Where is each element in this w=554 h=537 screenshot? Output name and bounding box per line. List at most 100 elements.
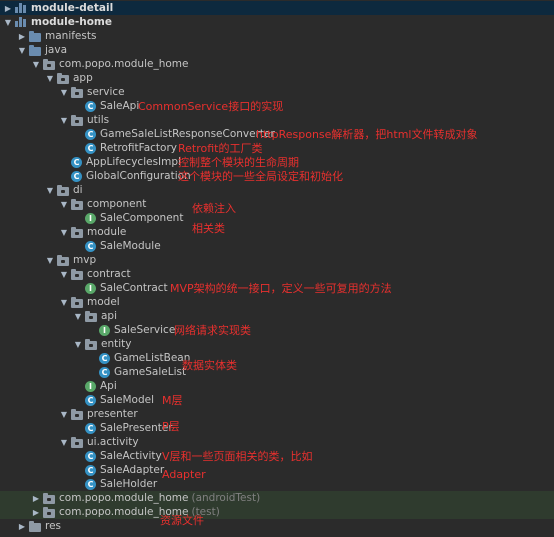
expand-arrow-icon[interactable]: ▼: [59, 113, 69, 127]
arrow-spacer: [73, 239, 83, 253]
tree-row[interactable]: ▼ service: [0, 85, 554, 99]
expand-arrow-icon[interactable]: ▼: [59, 435, 69, 449]
class-icon: C: [99, 366, 110, 378]
tree-row[interactable]: ▶ com.popo.module_home (androidTest): [0, 491, 554, 505]
tree-item-label: module-home: [31, 16, 112, 28]
tree-row[interactable]: ▼ di: [0, 183, 554, 197]
tree-row[interactable]: I Api: [0, 379, 554, 393]
tree-row[interactable]: C GameListBean: [0, 351, 554, 365]
tree-item-label: com.popo.module_home: [59, 492, 189, 504]
expand-arrow-icon[interactable]: ▼: [17, 43, 27, 57]
tree-row[interactable]: C SalePresenter: [0, 421, 554, 435]
expand-arrow-icon[interactable]: ▼: [73, 309, 83, 323]
tree-item-label: api: [101, 310, 118, 322]
annotation-note: 这个模块的一些全局设定和初始化: [178, 170, 343, 183]
class-icon: C: [85, 464, 96, 476]
tree-item-label: AppLifecyclesImpl: [86, 156, 181, 168]
package-icon: [43, 506, 55, 518]
expand-arrow-icon[interactable]: ▼: [73, 337, 83, 351]
tree-row[interactable]: ▼ module-home: [0, 15, 554, 29]
tree-item-label: SaleModule: [100, 240, 161, 252]
package-icon: [71, 226, 83, 238]
tree-item-label: component: [87, 198, 147, 210]
tree-row[interactable]: ▼ api: [0, 309, 554, 323]
tree-row[interactable]: C SaleModule: [0, 239, 554, 253]
package-icon: [71, 436, 83, 448]
arrow-spacer: [73, 99, 83, 113]
tree-row[interactable]: ▼ java: [0, 43, 554, 57]
tree-row[interactable]: ▼ contract: [0, 267, 554, 281]
folder-icon: [29, 44, 41, 56]
expand-arrow-icon[interactable]: ▼: [45, 183, 55, 197]
tree-row[interactable]: C RetrofitFactory: [0, 141, 554, 155]
tree-row[interactable]: I SaleComponent: [0, 211, 554, 225]
tree-row[interactable]: C SaleModel: [0, 393, 554, 407]
expand-arrow-icon[interactable]: ▼: [59, 85, 69, 99]
arrow-spacer: [73, 141, 83, 155]
arrow-spacer: [59, 155, 69, 169]
expand-arrow-icon[interactable]: ▼: [59, 267, 69, 281]
collapse-arrow-icon[interactable]: ▶: [3, 1, 13, 15]
tree-item-label: SaleContract: [100, 282, 168, 294]
tree-row[interactable]: I SaleService: [0, 323, 554, 337]
tree-item-label: SaleAdapter: [100, 464, 165, 476]
tree-item-label: SaleComponent: [100, 212, 184, 224]
tree-item-label: com.popo.module_home: [59, 58, 189, 70]
interface-icon: I: [85, 212, 96, 224]
class-icon: C: [71, 156, 82, 168]
expand-arrow-icon[interactable]: ▼: [45, 71, 55, 85]
tree-item-label: SaleHolder: [100, 478, 158, 490]
package-icon: [57, 254, 69, 266]
expand-arrow-icon[interactable]: ▼: [59, 407, 69, 421]
expand-arrow-icon[interactable]: ▼: [45, 253, 55, 267]
tree-row[interactable]: ▶ manifests: [0, 29, 554, 43]
collapse-arrow-icon[interactable]: ▶: [31, 491, 41, 505]
tree-row[interactable]: ▼ utils: [0, 113, 554, 127]
class-icon: C: [85, 422, 96, 434]
module-icon: [15, 17, 27, 27]
tree-row[interactable]: ▶ com.popo.module_home (test): [0, 505, 554, 519]
arrow-spacer: [73, 449, 83, 463]
interface-icon: I: [85, 282, 96, 294]
tree-row[interactable]: ▼ module: [0, 225, 554, 239]
tree-row[interactable]: C SaleHolder: [0, 477, 554, 491]
tree-row[interactable]: ▼ model: [0, 295, 554, 309]
tree-row[interactable]: ▼ app: [0, 71, 554, 85]
annotation-note: 数据实体类: [182, 359, 237, 372]
expand-arrow-icon[interactable]: ▼: [3, 15, 13, 29]
package-icon: [85, 310, 97, 322]
collapse-arrow-icon[interactable]: ▶: [17, 29, 27, 43]
arrow-spacer: [73, 127, 83, 141]
tree-row[interactable]: C SaleAdapter: [0, 463, 554, 477]
expand-arrow-icon[interactable]: ▼: [59, 295, 69, 309]
tree-row[interactable]: ▼ mvp: [0, 253, 554, 267]
tree-row[interactable]: ▶ module-detail: [0, 1, 554, 15]
package-icon: [71, 268, 83, 280]
arrow-spacer: [73, 211, 83, 225]
expand-arrow-icon[interactable]: ▼: [59, 225, 69, 239]
tree-row[interactable]: ▼ com.popo.module_home: [0, 57, 554, 71]
annotation-note: 依赖注入: [192, 202, 236, 215]
tree-row[interactable]: ▶ res: [0, 519, 554, 533]
tree-row[interactable]: ▼ ui.activity: [0, 435, 554, 449]
tree-item-label: SaleModel: [100, 394, 155, 406]
package-icon: [71, 86, 83, 98]
class-icon: C: [85, 100, 96, 112]
collapse-arrow-icon[interactable]: ▶: [17, 519, 27, 533]
tree-item-label: entity: [101, 338, 132, 350]
tree-row[interactable]: ▼ entity: [0, 337, 554, 351]
annotation-note: 相关类: [192, 222, 225, 235]
annotation-note: httpResponse解析器，把html文件转成对象: [256, 128, 478, 141]
package-icon: [71, 296, 83, 308]
arrow-spacer: [73, 393, 83, 407]
tree-item-label: presenter: [87, 408, 138, 420]
tree-row[interactable]: ▼ presenter: [0, 407, 554, 421]
tree-item-label: res: [45, 520, 62, 532]
interface-icon: I: [85, 380, 96, 392]
collapse-arrow-icon[interactable]: ▶: [31, 505, 41, 519]
expand-arrow-icon[interactable]: ▼: [31, 57, 41, 71]
tree-row[interactable]: ▼ component: [0, 197, 554, 211]
tree-row[interactable]: C GameSaleList: [0, 365, 554, 379]
tree-item-label: GameSaleListResponseConverter: [100, 128, 275, 140]
expand-arrow-icon[interactable]: ▼: [59, 197, 69, 211]
